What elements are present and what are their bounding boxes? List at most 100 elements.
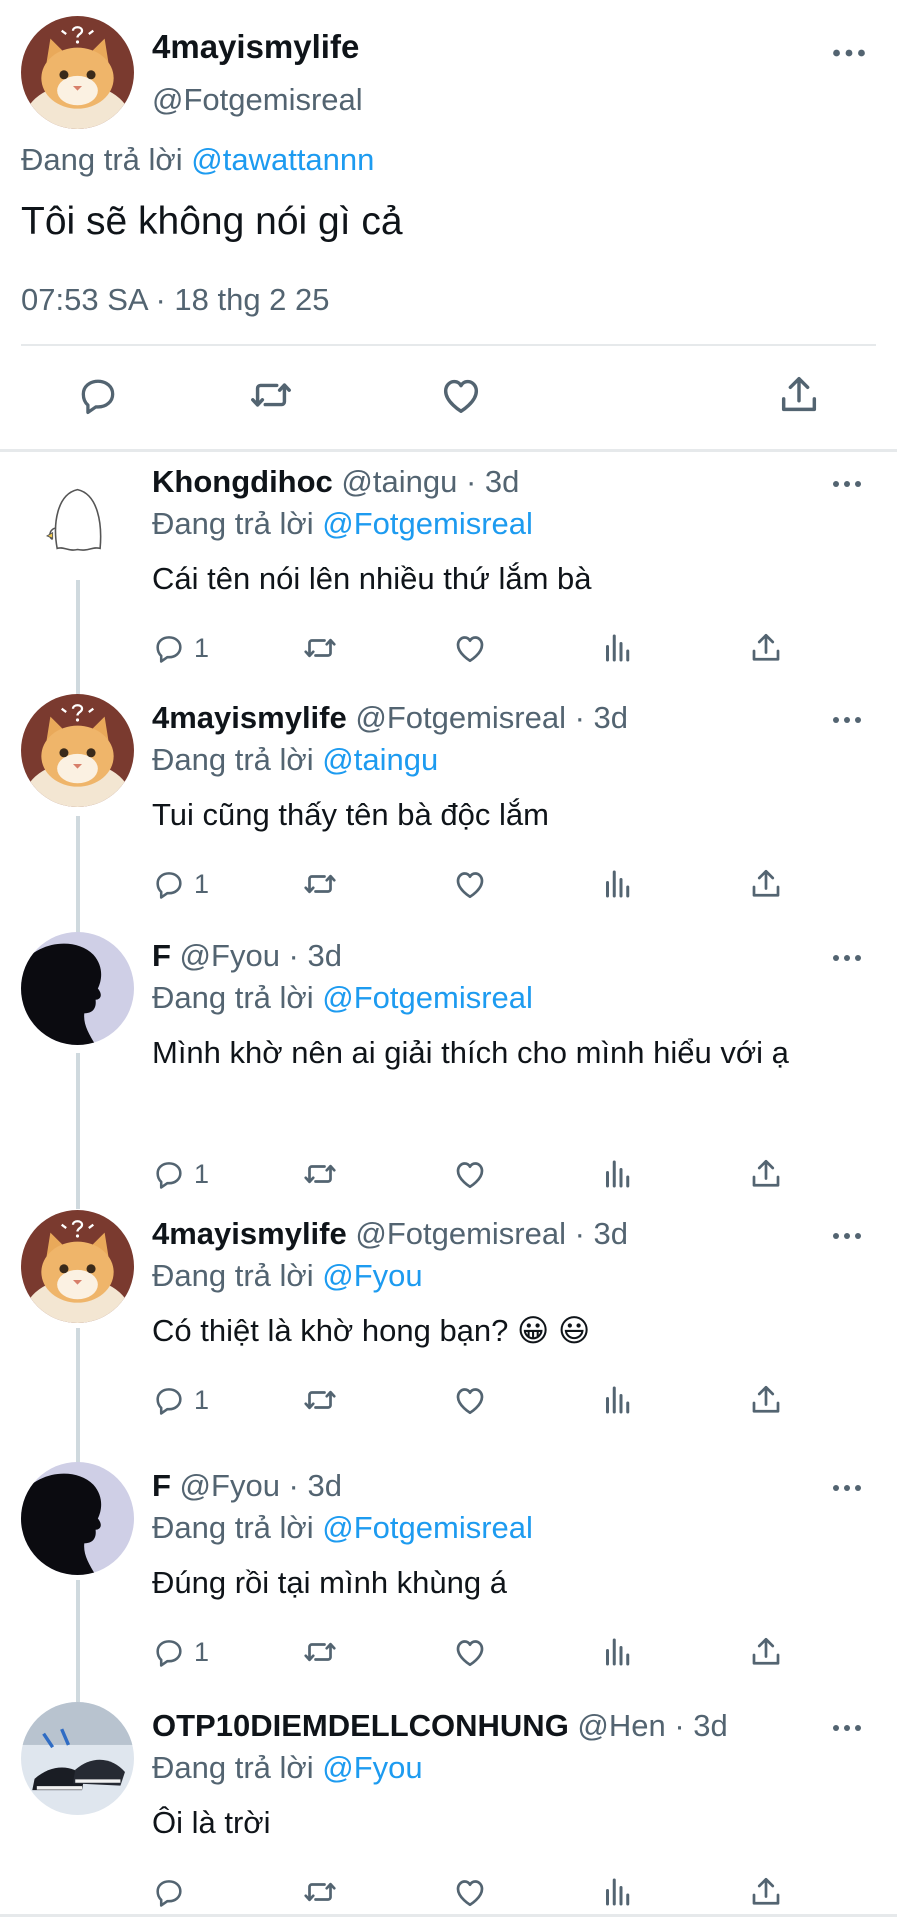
reply-icon (152, 867, 186, 901)
share-button[interactable] (748, 864, 784, 904)
reply-button[interactable]: 1 (152, 1632, 209, 1672)
reply-item[interactable]: Khongdihoc @taingu · 3d Đang trả lời @Fo… (0, 450, 897, 686)
retweet-icon (302, 1874, 338, 1910)
stats-icon (600, 1382, 636, 1418)
replying-to: Đang trả lời @taingu (152, 742, 438, 778)
replying-mention-link[interactable]: @Fyou (322, 1750, 422, 1785)
more-options-icon[interactable] (832, 708, 872, 738)
replying-mention-link[interactable]: @taingu (322, 742, 438, 777)
retweet-button[interactable] (302, 1380, 338, 1420)
reply-item[interactable]: OTP10DIEMDELLCONHUNG @Hen · 3d Đang trả … (0, 1694, 897, 1914)
share-button[interactable] (748, 1632, 784, 1672)
tweet-timestamp[interactable]: 07:53 SA · 18 thg 2 25 (21, 282, 330, 318)
share-icon (748, 1156, 784, 1192)
reply-icon (152, 631, 186, 665)
silhouette-avatar-icon (21, 932, 134, 1045)
like-button[interactable] (452, 1632, 488, 1672)
retweet-button[interactable] (302, 1632, 338, 1672)
like-button[interactable] (452, 1380, 488, 1420)
reply-button[interactable]: 1 (152, 1154, 209, 1194)
reply-text: Ôi là trời (152, 1805, 271, 1840)
handle-and-time: @Fyou · 3d (170, 1468, 342, 1503)
display-name[interactable]: F (152, 938, 171, 973)
replying-to: Đang trả lời @Fyou (152, 1750, 423, 1786)
replying-to: Đang trả lời @Fyou (152, 1258, 423, 1294)
like-icon (452, 1156, 488, 1192)
like-button[interactable] (452, 628, 488, 668)
stats-icon (600, 630, 636, 666)
reply-button[interactable] (73, 370, 123, 420)
reply-item[interactable]: 4mayismylife @Fotgemisreal · 3d Đang trả… (0, 686, 897, 924)
handle[interactable]: @Fotgemisreal (152, 82, 363, 118)
reply-text: Tui cũng thấy tên bà độc lắm (152, 797, 549, 832)
like-icon (452, 1634, 488, 1670)
like-button[interactable] (452, 1154, 488, 1194)
replying-mention-link[interactable]: @Fotgemisreal (322, 1510, 533, 1545)
share-icon (776, 372, 822, 418)
more-options-icon[interactable] (832, 1224, 872, 1254)
retweet-button[interactable] (302, 628, 338, 668)
avatar[interactable] (21, 1462, 134, 1575)
more-options-icon[interactable] (832, 946, 872, 976)
reply-text: Có thiệt là khờ hong bạn? 😀 😃 (152, 1313, 591, 1348)
stats-button[interactable] (600, 864, 636, 904)
stats-button[interactable] (600, 1632, 636, 1672)
share-button[interactable] (774, 370, 824, 420)
tweet-thread-page: 4mayismylife @Fotgemisreal Đang trả lời … (0, 0, 897, 1920)
share-button[interactable] (748, 1872, 784, 1912)
display-name[interactable]: OTP10DIEMDELLCONHUNG (152, 1708, 569, 1743)
replying-mention-link[interactable]: @tawattannn (191, 142, 374, 177)
reply-button[interactable]: 1 (152, 628, 209, 668)
like-button[interactable] (436, 370, 486, 420)
reply-icon (76, 373, 120, 417)
reply-item[interactable]: F @Fyou · 3d Đang trả lời @Fotgemisreal … (0, 924, 897, 1202)
like-button[interactable] (452, 864, 488, 904)
replying-mention-link[interactable]: @Fotgemisreal (322, 980, 533, 1015)
reply-item[interactable]: F @Fyou · 3d Đang trả lời @Fotgemisreal … (0, 1454, 897, 1694)
stats-button[interactable] (600, 628, 636, 668)
retweet-button[interactable] (302, 864, 338, 904)
replying-mention-link[interactable]: @Fotgemisreal (322, 506, 533, 541)
avatar[interactable] (21, 1210, 134, 1323)
display-name[interactable]: 4mayismylife (152, 1216, 347, 1251)
stats-button[interactable] (600, 1380, 636, 1420)
display-name[interactable]: Khongdihoc (152, 464, 333, 499)
more-options-icon[interactable] (832, 36, 872, 72)
more-options-icon[interactable] (832, 1476, 872, 1506)
more-options-icon[interactable] (832, 472, 872, 502)
share-button[interactable] (748, 1154, 784, 1194)
share-icon (748, 1874, 784, 1910)
reply-count: 1 (194, 1384, 210, 1415)
more-options-icon[interactable] (832, 1716, 872, 1746)
retweet-button[interactable] (246, 370, 296, 420)
stats-button[interactable] (600, 1872, 636, 1912)
retweet-button[interactable] (302, 1154, 338, 1194)
avatar[interactable] (21, 694, 134, 807)
ghost-avatar-icon (21, 458, 134, 571)
stats-button[interactable] (600, 1154, 636, 1194)
share-icon (748, 1634, 784, 1670)
retweet-button[interactable] (302, 1872, 338, 1912)
reply-button[interactable]: 1 (152, 864, 209, 904)
like-button[interactable] (452, 1872, 488, 1912)
avatar[interactable] (21, 1702, 134, 1815)
like-icon (452, 630, 488, 666)
reply-button[interactable] (152, 1872, 194, 1912)
like-icon (452, 1874, 488, 1910)
share-button[interactable] (748, 628, 784, 668)
reply-text: Cái tên nói lên nhiều thứ lắm bà (152, 561, 592, 596)
shoes-avatar-icon (21, 1702, 134, 1815)
display-name[interactable]: 4mayismylife (152, 700, 347, 735)
reply-count: 1 (194, 632, 210, 663)
reply-item[interactable]: 4mayismylife @Fotgemisreal · 3d Đang trả… (0, 1202, 897, 1454)
avatar[interactable] (21, 16, 134, 129)
share-button[interactable] (748, 1380, 784, 1420)
reply-header: Khongdihoc @taingu · 3d (152, 464, 519, 500)
display-name[interactable]: F (152, 1468, 171, 1503)
avatar[interactable] (21, 932, 134, 1045)
avatar[interactable] (21, 458, 134, 571)
display-name[interactable]: 4mayismylife (152, 28, 359, 66)
reply-button[interactable]: 1 (152, 1380, 209, 1420)
replying-mention-link[interactable]: @Fyou (322, 1258, 422, 1293)
divider (0, 1914, 897, 1917)
